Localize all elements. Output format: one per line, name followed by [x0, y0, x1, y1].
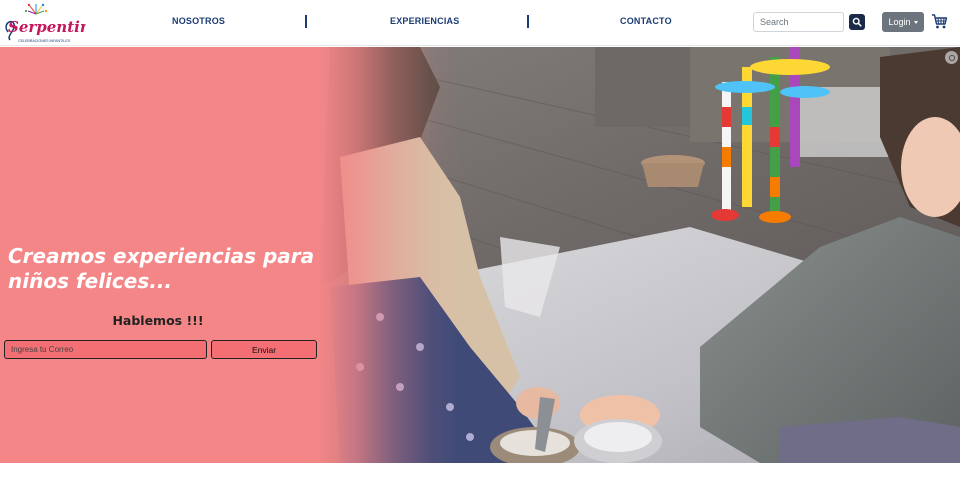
navbar: Serpentina CELEBRACIONES INFANTILES NOSO…: [0, 0, 960, 46]
nav-link-contacto[interactable]: CONTACTO: [620, 16, 672, 26]
nav-link-nosotros[interactable]: NOSOTROS: [172, 16, 225, 26]
nav-separator: [305, 15, 307, 28]
search-icon: [852, 17, 862, 27]
hero-section: Creamos experiencias para niños felices.…: [0, 47, 960, 463]
svg-text:Serpentina: Serpentina: [8, 18, 86, 36]
fullscreen-icon[interactable]: [945, 51, 958, 64]
shopping-cart-button[interactable]: [931, 13, 948, 30]
login-label: Login: [888, 17, 911, 27]
svg-text:CELEBRACIONES INFANTILES: CELEBRACIONES INFANTILES: [18, 39, 71, 43]
nav-link-experiencias[interactable]: EXPERIENCIAS: [390, 16, 459, 26]
nav-separator: [527, 15, 529, 28]
chevron-down-icon: [913, 20, 918, 24]
login-dropdown-button[interactable]: Login: [882, 12, 924, 32]
send-button[interactable]: Enviar: [211, 340, 317, 359]
serpentina-logo[interactable]: Serpentina CELEBRACIONES INFANTILES: [2, 2, 100, 44]
hero-title: Creamos experiencias para niños felices.…: [8, 244, 315, 293]
search-button[interactable]: [849, 14, 865, 30]
search-input[interactable]: [753, 12, 844, 32]
email-input[interactable]: [4, 340, 207, 359]
contact-heading: Hablemos !!!: [112, 313, 204, 328]
confetti-burst-icon: [24, 3, 48, 15]
shopping-cart-icon: [932, 14, 948, 29]
